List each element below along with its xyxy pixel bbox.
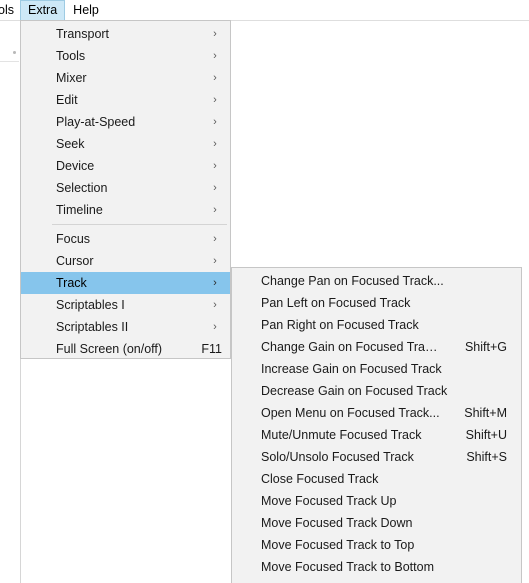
menu-item-solo-unsolo-focused-track[interactable]: Solo/Unsolo Focused Track Shift+S xyxy=(232,446,521,468)
menu-item-label: Scriptables I xyxy=(56,298,125,312)
chevron-right-icon: › xyxy=(213,203,217,216)
menubar-item-extra[interactable]: Extra xyxy=(19,0,66,20)
menu-item-label: Increase Gain on Focused Track xyxy=(261,362,442,376)
menu-item-move-focused-track-up[interactable]: Move Focused Track Up xyxy=(232,490,521,512)
menu-item-selection[interactable]: Selection › xyxy=(21,177,230,199)
menu-item-label: Device xyxy=(56,159,95,173)
menu-item-change-gain-on-focused-track[interactable]: Change Gain on Focused Track... Shift+G xyxy=(232,336,521,358)
menubar-item-help-label: Help xyxy=(73,3,99,17)
chevron-right-icon: › xyxy=(213,27,217,40)
menu-item-label: Timeline xyxy=(56,203,103,217)
chevron-right-icon: › xyxy=(213,159,217,172)
menu-item-label: Cursor xyxy=(56,254,94,268)
document-canvas-lower-left xyxy=(20,359,231,583)
menu-item-pan-right-on-focused-track[interactable]: Pan Right on Focused Track xyxy=(232,314,521,336)
menu-item-label: Tools xyxy=(56,49,86,63)
menu-item-label: Move Focused Track Up xyxy=(261,494,397,508)
menu-item-accelerator: Shift+G xyxy=(464,340,507,354)
menu-item-label: Mixer xyxy=(56,71,87,85)
menu-item-pan-left-on-focused-track[interactable]: Pan Left on Focused Track xyxy=(232,292,521,314)
menu-item-label: Change Gain on Focused Track... xyxy=(261,340,441,354)
menu-item-full-screen[interactable]: Full Screen (on/off) F11 xyxy=(21,338,230,360)
menu-item-mixer[interactable]: Mixer › xyxy=(21,67,230,89)
menu-item-accelerator: F11 xyxy=(201,342,222,356)
menu-item-label: Move Focused Track Down xyxy=(261,516,413,530)
menu-item-label: Mute/Unmute Focused Track xyxy=(261,428,422,442)
menu-item-label: Edit xyxy=(56,93,78,107)
menu-item-accelerator: Shift+M xyxy=(464,406,507,420)
toolbar-divider xyxy=(0,61,19,62)
menu-item-accelerator: Shift+S xyxy=(466,450,507,464)
chevron-right-icon: › xyxy=(213,181,217,194)
menu-item-label: Seek xyxy=(56,137,85,151)
menu-item-play-at-speed[interactable]: Play-at-Speed › xyxy=(21,111,230,133)
menubar-item-help[interactable]: Help xyxy=(65,0,107,20)
menu-item-label: Transport xyxy=(56,27,110,41)
left-toolbar-strip xyxy=(0,21,21,583)
menu-item-seek[interactable]: Seek › xyxy=(21,133,230,155)
chevron-right-icon: › xyxy=(213,137,217,150)
menu-item-timeline[interactable]: Timeline › xyxy=(21,199,230,221)
menu-item-close-focused-track[interactable]: Close Focused Track xyxy=(232,468,521,490)
menu-item-scriptables-i[interactable]: Scriptables I › xyxy=(21,294,230,316)
menu-item-open-menu-on-focused-track[interactable]: Open Menu on Focused Track... Shift+M xyxy=(232,402,521,424)
chevron-right-icon: › xyxy=(213,276,217,289)
menu-item-device[interactable]: Device › xyxy=(21,155,230,177)
chevron-right-icon: › xyxy=(213,298,217,311)
menu-item-label: Full Screen (on/off) xyxy=(56,342,163,356)
menu-item-cursor[interactable]: Cursor › xyxy=(21,250,230,272)
menubar-item-extra-label: Extra xyxy=(27,3,58,17)
menu-item-edit[interactable]: Edit › xyxy=(21,89,230,111)
chevron-right-icon: › xyxy=(213,232,217,245)
chevron-right-icon: › xyxy=(213,115,217,128)
menu-item-label: Solo/Unsolo Focused Track xyxy=(261,450,414,464)
chevron-right-icon: › xyxy=(213,71,217,84)
menu-item-label: Move Focused Track to Bottom xyxy=(261,560,434,574)
menu-item-mute-unmute-focused-track[interactable]: Mute/Unmute Focused Track Shift+U xyxy=(232,424,521,446)
menu-track-submenu: Change Pan on Focused Track... Pan Left … xyxy=(231,267,522,583)
menu-item-label: Close Focused Track xyxy=(261,472,379,486)
menu-item-increase-gain-on-focused-track[interactable]: Increase Gain on Focused Track xyxy=(232,358,521,380)
menu-extra-dropdown: Transport › Tools › Mixer › Edit › Play-… xyxy=(20,20,231,359)
menu-item-label: Pan Left on Focused Track xyxy=(261,296,411,310)
menu-item-move-focused-track-down[interactable]: Move Focused Track Down xyxy=(232,512,521,534)
menu-item-scriptables-ii[interactable]: Scriptables II › xyxy=(21,316,230,338)
menu-item-label: Open Menu on Focused Track... xyxy=(261,406,440,420)
document-canvas-right xyxy=(231,21,529,267)
menu-item-track[interactable]: Track › xyxy=(21,272,230,294)
chevron-right-icon: › xyxy=(213,254,217,267)
menu-item-move-focused-track-to-bottom[interactable]: Move Focused Track to Bottom xyxy=(232,556,521,578)
menu-item-label: Decrease Gain on Focused Track xyxy=(261,384,448,398)
menu-item-focus[interactable]: Focus › xyxy=(21,228,230,250)
menu-item-tools[interactable]: Tools › xyxy=(21,45,230,67)
menu-item-label: Selection xyxy=(56,181,108,195)
menubar-item-tools-label: ols xyxy=(0,3,14,17)
menu-item-decrease-gain-on-focused-track[interactable]: Decrease Gain on Focused Track xyxy=(232,380,521,402)
chevron-right-icon: › xyxy=(213,49,217,62)
menu-item-accelerator: Shift+U xyxy=(465,428,507,442)
menu-item-label: Scriptables II xyxy=(56,320,129,334)
menu-separator xyxy=(21,221,230,228)
menu-item-transport[interactable]: Transport › xyxy=(21,23,230,45)
menu-item-move-focused-track-to-top[interactable]: Move Focused Track to Top xyxy=(232,534,521,556)
menu-bar: ols Extra Help xyxy=(0,0,529,21)
menu-item-label: Track xyxy=(56,276,87,290)
chevron-right-icon: › xyxy=(213,320,217,333)
menu-item-change-pan-on-focused-track[interactable]: Change Pan on Focused Track... xyxy=(232,270,521,292)
menu-item-label: Pan Right on Focused Track xyxy=(261,318,419,332)
menubar-item-tools[interactable]: ols xyxy=(0,0,20,20)
menu-item-label: Change Pan on Focused Track... xyxy=(261,274,444,288)
toolbar-handle-dot xyxy=(13,51,16,54)
chevron-right-icon: › xyxy=(213,93,217,106)
menu-item-label: Focus xyxy=(56,232,91,246)
menu-item-label: Play-at-Speed xyxy=(56,115,136,129)
menu-item-label: Move Focused Track to Top xyxy=(261,538,415,552)
